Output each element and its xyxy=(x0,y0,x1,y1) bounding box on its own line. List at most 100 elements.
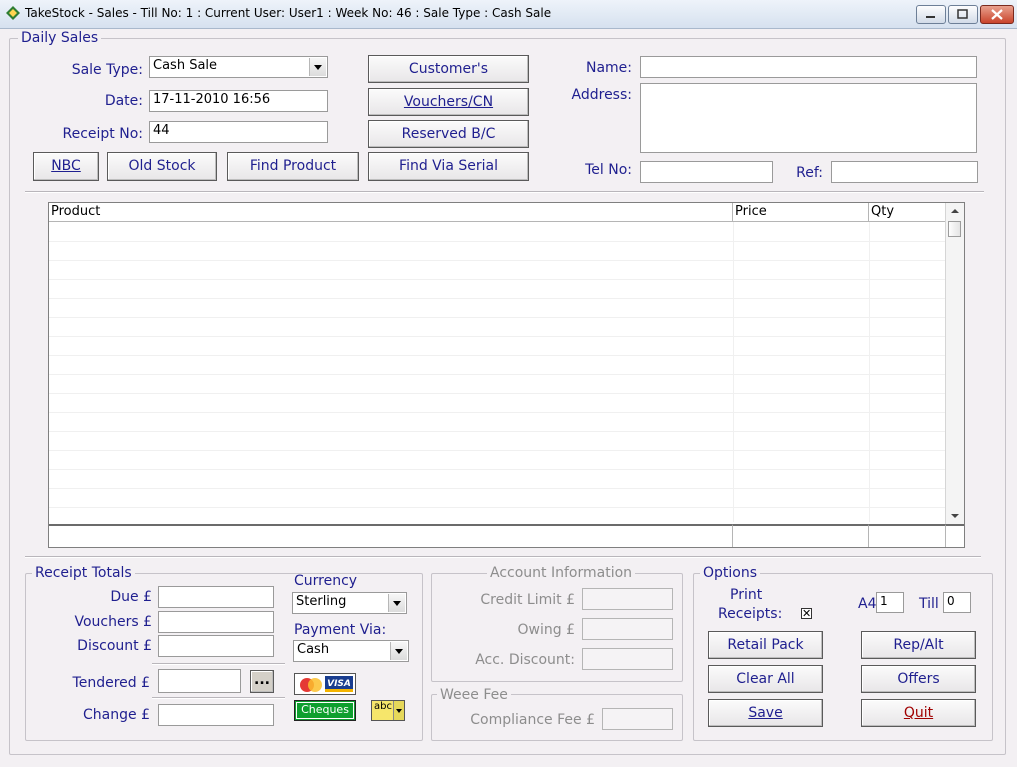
owing-label: Owing £ xyxy=(517,622,575,638)
sale-type-select[interactable]: Cash Sale xyxy=(149,56,328,78)
divider xyxy=(152,663,285,665)
discount-label: Discount £ xyxy=(77,638,152,654)
close-button[interactable] xyxy=(980,5,1014,24)
clear-all-button[interactable]: Clear All xyxy=(708,665,823,693)
grid-column-line xyxy=(869,222,870,522)
grid-row-line xyxy=(49,374,946,375)
column-header-product[interactable]: Product xyxy=(49,203,733,222)
close-icon xyxy=(991,9,1003,20)
grid-row-line xyxy=(49,336,946,337)
tel-no-label: Tel No: xyxy=(585,162,632,178)
vouchers-label: Vouchers £ xyxy=(74,614,152,630)
compliance-fee-field[interactable] xyxy=(602,708,673,730)
vouchers-cn-button[interactable]: Vouchers/CN xyxy=(368,88,529,116)
receipts-label: Receipts: xyxy=(718,606,783,622)
address-label: Address: xyxy=(571,87,632,103)
column-header-qty[interactable]: Qty xyxy=(869,203,946,222)
abc-picker[interactable]: abc xyxy=(371,700,405,721)
print-receipts-checkbox[interactable]: ✕ xyxy=(801,608,812,619)
change-field[interactable] xyxy=(158,704,274,726)
cheques-button[interactable]: Cheques xyxy=(294,700,356,721)
till-label: Till xyxy=(919,596,939,612)
a4-field[interactable]: 1 xyxy=(876,592,904,613)
grid-row-line xyxy=(49,431,946,432)
account-information-title: Account Information xyxy=(487,565,636,581)
grid-footer-qty xyxy=(869,524,946,547)
grid-row-line xyxy=(49,393,946,394)
tendered-label: Tendered £ xyxy=(72,675,150,691)
nbc-button[interactable]: NBC xyxy=(33,152,99,181)
chevron-down-icon[interactable] xyxy=(309,58,326,76)
grid-row-line xyxy=(49,488,946,489)
credit-limit-field[interactable] xyxy=(582,588,673,610)
date-label: Date: xyxy=(104,93,143,109)
abc-icon: abc xyxy=(374,701,392,712)
weee-fee-title: Weee Fee xyxy=(437,687,511,703)
options-title: Options xyxy=(700,565,761,581)
credit-limit-label: Credit Limit £ xyxy=(480,592,575,608)
grid-row-line xyxy=(49,298,946,299)
grid-row-line xyxy=(49,317,946,318)
ref-label: Ref: xyxy=(796,165,823,181)
scroll-down-icon[interactable] xyxy=(946,508,964,524)
scrollbar-thumb[interactable] xyxy=(948,221,961,237)
column-header-price[interactable]: Price xyxy=(733,203,869,222)
payment-via-select[interactable]: Cash xyxy=(293,640,409,662)
product-grid[interactable]: Product Price Qty xyxy=(48,202,965,548)
sale-type-value: Cash Sale xyxy=(153,58,218,73)
tendered-ellipsis-button[interactable]: ... xyxy=(250,670,274,693)
retail-pack-button[interactable]: Retail Pack xyxy=(708,631,823,659)
grid-row-line xyxy=(49,260,946,261)
receipt-totals-title: Receipt Totals xyxy=(32,565,135,581)
acc-discount-label: Acc. Discount: xyxy=(475,652,575,668)
vouchers-field[interactable] xyxy=(158,611,274,633)
date-field[interactable]: 17-11-2010 16:56 xyxy=(149,90,328,112)
discount-field[interactable] xyxy=(158,635,274,657)
chevron-down-icon[interactable] xyxy=(393,701,404,720)
address-field[interactable] xyxy=(640,83,977,153)
ref-field[interactable] xyxy=(831,161,978,183)
till-field[interactable]: 0 xyxy=(943,592,971,613)
restore-icon xyxy=(957,9,968,19)
tel-no-field[interactable] xyxy=(640,161,773,183)
name-field[interactable] xyxy=(640,56,977,78)
grid-row-line xyxy=(49,469,946,470)
grid-row-line xyxy=(49,279,946,280)
vertical-scrollbar[interactable] xyxy=(945,203,964,524)
owing-field[interactable] xyxy=(582,618,673,640)
reserved-bc-button[interactable]: Reserved B/C xyxy=(368,120,529,148)
save-button[interactable]: Save xyxy=(708,699,823,727)
maximize-button[interactable] xyxy=(948,5,978,24)
name-label: Name: xyxy=(585,60,632,76)
scroll-up-icon[interactable] xyxy=(946,203,964,219)
find-via-serial-button[interactable]: Find Via Serial xyxy=(368,152,529,181)
due-label: Due £ xyxy=(110,589,152,605)
change-label: Change £ xyxy=(83,707,150,723)
window-title: TakeStock - Sales - Till No: 1 : Current… xyxy=(25,6,552,20)
daily-sales-title: Daily Sales xyxy=(18,30,102,46)
grid-row-line xyxy=(49,412,946,413)
grid-footer-product xyxy=(49,524,733,547)
find-product-button[interactable]: Find Product xyxy=(227,152,359,181)
divider xyxy=(25,556,981,558)
payment-via-label: Payment Via: xyxy=(294,622,387,638)
currency-select[interactable]: Sterling xyxy=(292,592,407,614)
grid-row-line xyxy=(49,450,946,451)
receipt-no-label: Receipt No: xyxy=(62,126,144,142)
minimize-button[interactable] xyxy=(916,5,946,24)
quit-button[interactable]: Quit xyxy=(861,699,976,727)
grid-row-line xyxy=(49,241,946,242)
receipt-no-field[interactable]: 44 xyxy=(149,121,328,143)
print-label: Print xyxy=(730,587,763,603)
chevron-down-icon[interactable] xyxy=(390,642,407,660)
old-stock-button[interactable]: Old Stock xyxy=(107,152,217,181)
card-payment-button[interactable]: VISA xyxy=(294,673,356,695)
due-field[interactable] xyxy=(158,586,274,608)
acc-discount-field[interactable] xyxy=(582,648,673,670)
customers-button[interactable]: Customer's xyxy=(368,55,529,83)
tendered-field[interactable] xyxy=(158,669,241,693)
offers-button[interactable]: Offers xyxy=(861,665,976,693)
grid-footer-end xyxy=(946,524,964,547)
rep-alt-button[interactable]: Rep/Alt xyxy=(861,631,976,659)
chevron-down-icon[interactable] xyxy=(388,594,405,612)
